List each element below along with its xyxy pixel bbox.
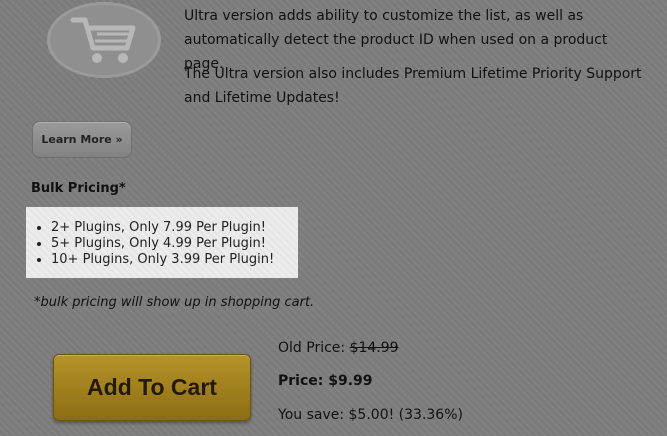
product-description-2: The Ultra version also includes Premium … [184,66,642,106]
bulk-pricing-list: 2+ Plugins, Only 7.99 Per Plugin! 5+ Plu… [26,207,298,268]
bulk-pricing-note: *bulk pricing will show up in shopping c… [34,295,315,310]
savings-text: You save: $5.00! (33.36%) [278,407,463,423]
bulk-pricing-title: Bulk Pricing* [31,181,126,196]
bulk-pricing-item: 10+ Plugins, Only 3.99 Per Plugin! [51,252,298,268]
shopping-cart-logo [47,2,161,78]
current-price: Price: $9.99 [278,373,373,389]
bulk-pricing-item: 2+ Plugins, Only 7.99 Per Plugin! [51,220,298,236]
old-price: Old Price: $14.99 [278,340,399,356]
bulk-pricing-item: 5+ Plugins, Only 4.99 Per Plugin! [51,236,298,252]
old-price-label: Old Price: [278,340,350,356]
bulk-pricing-box: 2+ Plugins, Only 7.99 Per Plugin! 5+ Plu… [26,207,298,278]
shopping-cart-icon [70,17,136,63]
add-to-cart-button[interactable]: Add To Cart [53,354,251,421]
old-price-value: $14.99 [349,340,399,356]
learn-more-button[interactable]: Learn More » [32,121,132,158]
